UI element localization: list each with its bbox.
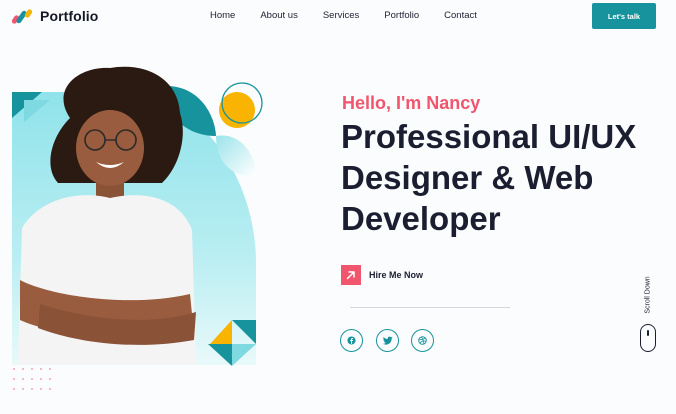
hero-illustration [10, 58, 280, 398]
hero-headline: Professional UI/UX Designer & Web Develo… [341, 118, 637, 237]
nav-services[interactable]: Services [323, 10, 359, 21]
dribbble-link[interactable] [411, 329, 434, 352]
logo-text: Portfolio [40, 8, 99, 24]
nav-home[interactable]: Home [210, 10, 235, 21]
nav-contact[interactable]: Contact [444, 10, 477, 21]
main-nav: Home About us Services Portfolio Contact [210, 10, 477, 21]
greeting-text: Hello, I'm Nancy [342, 93, 481, 113]
arrow-up-right-icon [341, 265, 361, 285]
facebook-icon [347, 336, 356, 345]
facebook-link[interactable] [340, 329, 363, 352]
divider [350, 307, 510, 308]
lets-talk-button[interactable]: Let's talk [592, 3, 656, 29]
portfolio-page: Portfolio Home About us Services Portfol… [0, 0, 676, 414]
hire-me-label: Hire Me Now [369, 270, 424, 280]
logo-icon [11, 8, 34, 24]
hire-me-link[interactable]: Hire Me Now [341, 265, 423, 285]
scroll-down-label: Scroll Down [644, 276, 652, 314]
twitter-link[interactable] [376, 329, 399, 352]
logo[interactable]: Portfolio [11, 7, 99, 25]
nav-portfolio[interactable]: Portfolio [384, 10, 419, 21]
twitter-icon [382, 336, 393, 345]
scroll-mouse-icon[interactable] [640, 324, 656, 352]
dribbble-icon [418, 336, 427, 345]
nav-about-us[interactable]: About us [260, 10, 298, 21]
